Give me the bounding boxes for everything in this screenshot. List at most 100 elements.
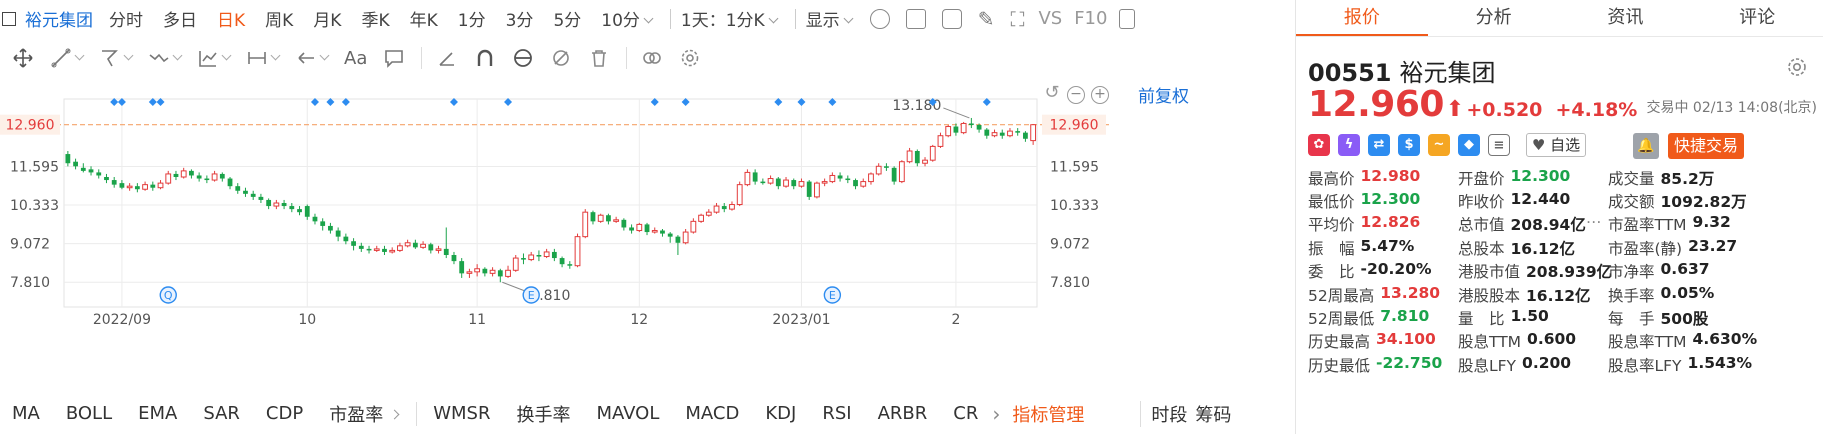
candle-body-up — [489, 269, 496, 274]
period-daily-k[interactable]: 日K — [217, 6, 245, 31]
interval-select[interactable]: 1天：1分K — [681, 6, 777, 31]
indicator-pe-ratio[interactable]: 市盈率 — [329, 401, 398, 427]
candle-body-down — [111, 180, 117, 185]
tag-icon[interactable]: ◆ — [1458, 134, 1480, 156]
zoom-in-icon[interactable]: + — [1091, 86, 1109, 104]
price-adjust-toggle[interactable]: 前复权 — [1138, 82, 1189, 107]
period-weekly-k[interactable]: 周K — [265, 6, 293, 31]
range-tool-icon[interactable] — [246, 47, 279, 69]
tab-quote[interactable]: 报价 — [1296, 0, 1428, 36]
indicator-next-icon[interactable]: › — [992, 402, 1000, 426]
indicator-manager-button[interactable]: 指标管理 — [1012, 401, 1084, 427]
notes-icon[interactable]: ≡ — [1488, 134, 1510, 156]
period-1min[interactable]: 1分 — [458, 6, 486, 31]
quick-trade-button[interactable]: 快捷交易 — [1668, 133, 1744, 159]
chart-style-icon[interactable] — [905, 8, 926, 29]
period-multiday[interactable]: 多日 — [163, 6, 197, 31]
hide-drawings-icon[interactable] — [550, 47, 572, 69]
stat-cell: 最高价 12.980 — [1308, 167, 1458, 189]
period-quarterly-k[interactable]: 季K — [361, 6, 389, 31]
shuffle-icon[interactable]: ⇄ — [1368, 134, 1390, 156]
tab-analysis[interactable]: 分析 — [1428, 0, 1560, 36]
indicator-sar[interactable]: SAR — [203, 403, 240, 424]
indicator-wmsr[interactable]: WMSR — [433, 403, 490, 424]
period-timeshare[interactable]: 分时 — [109, 6, 143, 31]
display-select[interactable]: 显示 — [806, 6, 852, 31]
overlay-compare-icon[interactable] — [641, 47, 663, 69]
divider — [421, 47, 423, 69]
more-icon[interactable]: ⋯ — [1586, 213, 1602, 235]
indicator-macd[interactable]: MACD — [685, 403, 739, 424]
arrow-tool-icon[interactable] — [295, 47, 328, 69]
indicator-turnover[interactable]: 换手率 — [516, 401, 570, 427]
reset-chart-icon[interactable]: ↺ — [1043, 84, 1061, 104]
period-3min[interactable]: 3分 — [506, 6, 534, 31]
candle-body-up — [906, 150, 913, 163]
indicator-cr[interactable]: CR — [953, 403, 978, 424]
stat-label: 股息LFY — [1458, 356, 1517, 375]
indicator-rsi[interactable]: RSI — [822, 403, 851, 424]
panel-settings-icon[interactable] — [1786, 56, 1808, 78]
delete-icon[interactable] — [588, 47, 610, 69]
stat-value: 85.2万 — [1660, 169, 1715, 188]
candle-body-down — [428, 244, 434, 251]
comment-tool-icon[interactable] — [383, 47, 405, 69]
toolbar-settings-icon[interactable] — [679, 47, 701, 69]
add-watchlist-button[interactable]: ♥ 自选 — [1526, 133, 1586, 157]
sidebar-toggle-checkbox[interactable] — [2, 11, 16, 26]
camera-icon[interactable] — [941, 8, 962, 29]
text-tool[interactable]: Aa — [344, 48, 367, 69]
fullscreen-icon[interactable]: ⛶ — [1010, 7, 1024, 31]
stat-label: 股息率LFY — [1608, 356, 1682, 375]
magnet-icon[interactable] — [474, 47, 496, 69]
lock-drawings-icon[interactable] — [512, 47, 534, 69]
candle-body-down — [382, 248, 387, 252]
dollar-icon[interactable]: $ — [1398, 134, 1420, 156]
stock-name-link[interactable]: 裕元集团 — [25, 6, 93, 31]
wave-tool-icon[interactable] — [148, 47, 181, 69]
polyline-tool-icon[interactable] — [99, 47, 132, 69]
period-yearly-k[interactable]: 年K — [410, 6, 438, 31]
alert-bell-icon[interactable]: 🔔 — [1633, 133, 1659, 159]
chips-button[interactable]: 筹码 — [1195, 401, 1231, 427]
flash-icon[interactable]: ϟ — [1338, 134, 1360, 156]
trend-icon[interactable]: ~ — [1428, 134, 1450, 156]
indicator-arbr[interactable]: ARBR — [878, 403, 928, 424]
eraser-pen-icon[interactable] — [436, 47, 458, 69]
indicator-ma[interactable]: MA — [12, 403, 40, 424]
stat-cell: 股息LFY 0.200 — [1458, 354, 1608, 376]
x-tick-label: 11 — [468, 312, 486, 328]
indicator-cdp[interactable]: CDP — [266, 403, 303, 424]
tab-comments[interactable]: 评论 — [1691, 0, 1823, 36]
stat-label: 股息TTM — [1458, 333, 1522, 352]
time-period-button[interactable]: 时段 — [1151, 401, 1187, 427]
candle-body-up — [713, 205, 720, 213]
f10-button[interactable]: F10 — [1074, 8, 1107, 29]
settings-icon[interactable] — [869, 8, 890, 29]
crosshair-move-icon[interactable] — [12, 47, 34, 69]
period-monthly-k[interactable]: 月K — [313, 6, 341, 31]
candle-body-down — [104, 177, 109, 181]
indicator-mavol[interactable]: MAVOL — [596, 403, 659, 424]
panel-toggle-icon[interactable] — [1119, 8, 1136, 29]
candle-body-down — [551, 251, 557, 259]
candle-body-down — [281, 203, 287, 207]
indicator-boll[interactable]: BOLL — [66, 403, 112, 424]
hk-flower-icon[interactable]: ✿ — [1308, 134, 1330, 156]
indicator-kdj[interactable]: KDJ — [765, 403, 796, 424]
vs-compare-button[interactable]: VS — [1038, 8, 1062, 29]
action-row: ✿ ϟ ⇄ $ ~ ◆ ≡ ♥ 自选 🔔 快捷交易 — [1308, 133, 1818, 161]
period-5min[interactable]: 5分 — [553, 6, 581, 31]
stat-label: 历史最高 — [1308, 333, 1371, 352]
indicator-ema[interactable]: EMA — [138, 403, 177, 424]
kline-chart-canvas[interactable]: 12.960 12.960 11.595 11.595 10.333 10.333 9.07… — [0, 79, 1295, 393]
zoom-out-icon[interactable]: − — [1067, 86, 1085, 104]
current-price-label-right: 12.960 — [1050, 118, 1099, 134]
kline-chart[interactable]: 12.960 12.960 11.595 11.595 10.333 10.333 9.07… — [0, 79, 1295, 393]
fibonacci-tool-icon[interactable] — [197, 47, 230, 69]
divider — [1140, 400, 1142, 427]
pencil-icon[interactable]: ✎ — [978, 7, 995, 31]
period-10min-dropdown[interactable]: 10分 — [601, 6, 652, 31]
line-tool-icon[interactable] — [50, 47, 83, 69]
tab-news[interactable]: 资讯 — [1560, 0, 1692, 36]
